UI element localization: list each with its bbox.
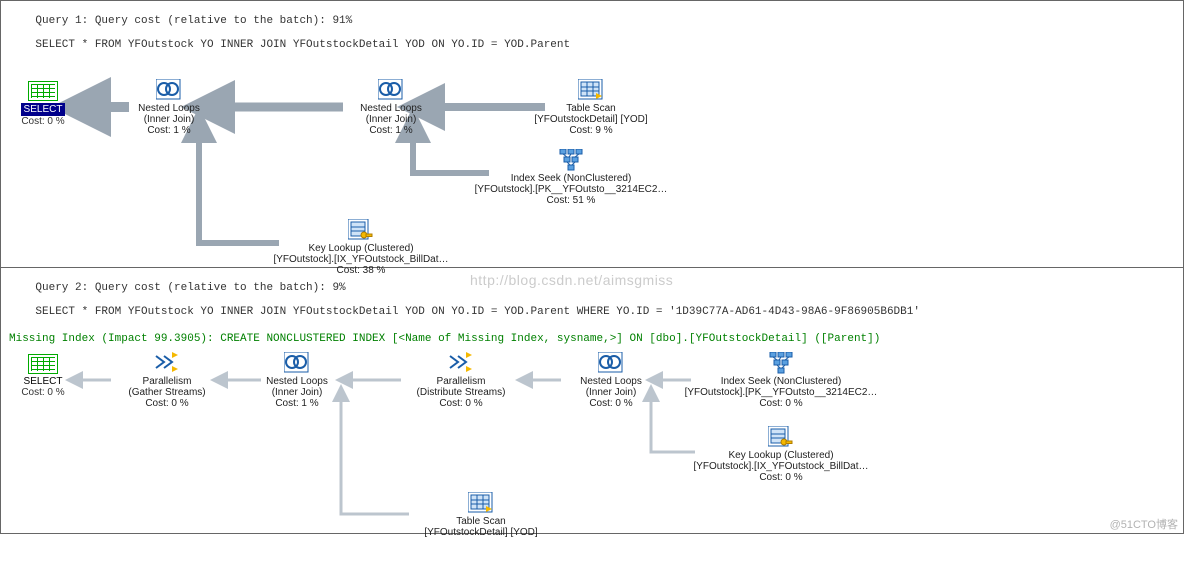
index-seek-icon xyxy=(768,352,794,374)
parallelism-icon xyxy=(448,352,474,374)
op-label: Nested Loops xyxy=(281,103,501,114)
missing-index-hint[interactable]: Missing Index (Impact 99.3905): CREATE N… xyxy=(1,332,1183,346)
query-header: Query 2: Query cost (relative to the bat… xyxy=(1,268,1183,332)
query-sql-line: SELECT * FROM YFOutstock YO INNER JOIN Y… xyxy=(35,39,570,51)
brand-watermark: @51CTO博客 xyxy=(1110,516,1178,532)
op-label: Index Seek (NonClustered) xyxy=(671,376,891,387)
execution-plan-query-2[interactable]: Query 2: Query cost (relative to the bat… xyxy=(0,268,1184,534)
op-label: Index Seek (NonClustered) xyxy=(461,173,681,184)
op-label: Table Scan xyxy=(371,516,591,527)
query-header: Query 1: Query cost (relative to the bat… xyxy=(1,1,1183,65)
nested-loops-icon xyxy=(378,79,404,101)
nested-loops-icon xyxy=(156,79,182,101)
key-lookup-icon xyxy=(348,219,374,241)
op-sub: [YFOutstockDetail] [YOD] xyxy=(481,114,701,125)
op-label: Nested Loops xyxy=(59,103,279,114)
execution-plan-query-1[interactable]: Query 1: Query cost (relative to the bat… xyxy=(0,0,1184,268)
op-cost: Cost: 1 % xyxy=(281,125,501,136)
op-cost: Cost: 51 % xyxy=(461,195,681,206)
query-cost-line: Query 1: Query cost (relative to the bat… xyxy=(35,15,352,27)
plan-canvas[interactable]: SELECT Cost: 0 % Parallelism (Gather Str… xyxy=(1,346,1183,564)
plan-canvas[interactable]: SELECT Cost: 0 % Nested Loops (Inner Joi… xyxy=(1,65,1183,301)
op-label: Table Scan xyxy=(481,103,701,114)
op-sub: [YFOutstock].[IX_YFOutstock_BillDat… xyxy=(671,461,891,472)
result-grid-icon xyxy=(28,81,58,101)
op-cost: Cost: 1 % xyxy=(59,125,279,136)
result-grid-icon xyxy=(28,354,58,374)
op-cost: Cost: 0 % xyxy=(671,472,891,483)
op-nested-loops-1[interactable]: Nested Loops (Inner Join) Cost: 1 % xyxy=(59,79,279,136)
nested-loops-icon xyxy=(284,352,310,374)
op-sub: (Inner Join) xyxy=(59,114,279,125)
table-scan-icon xyxy=(578,79,604,101)
index-seek-icon xyxy=(558,149,584,171)
op-sub: [YFOutstock].[PK__YFOutsto__3214EC2… xyxy=(461,184,681,195)
op-index-seek[interactable]: Index Seek (NonClustered) [YFOutstock].[… xyxy=(461,149,681,206)
op-sub: [YFOutstock].[PK__YFOutsto__3214EC2… xyxy=(671,387,891,398)
op-nested-loops-2[interactable]: Nested Loops (Inner Join) Cost: 1 % xyxy=(281,79,501,136)
op-key-lookup[interactable]: Key Lookup (Clustered) [YFOutstock].[IX_… xyxy=(671,426,891,483)
op-cost: Cost: 9 % xyxy=(481,125,701,136)
op-sub: [YFOutstockDetail] [YOD] xyxy=(371,527,591,538)
op-index-seek[interactable]: Index Seek (NonClustered) [YFOutstock].[… xyxy=(671,352,891,409)
op-cost: Cost: 0 % xyxy=(671,398,891,409)
op-label: Key Lookup (Clustered) xyxy=(251,243,471,254)
op-table-scan[interactable]: Table Scan [YFOutstockDetail] [YOD] xyxy=(371,492,591,538)
op-table-scan[interactable]: Table Scan [YFOutstockDetail] [YOD] Cost… xyxy=(481,79,701,136)
table-scan-icon xyxy=(468,492,494,514)
query-sql-line: SELECT * FROM YFOutstock YO INNER JOIN Y… xyxy=(35,306,920,318)
parallelism-icon xyxy=(154,352,180,374)
query-cost-line: Query 2: Query cost (relative to the bat… xyxy=(35,282,345,294)
nested-loops-icon xyxy=(598,352,624,374)
key-lookup-icon xyxy=(768,426,794,448)
op-sub: [YFOutstock].[IX_YFOutstock_BillDat… xyxy=(251,254,471,265)
op-label: Key Lookup (Clustered) xyxy=(671,450,891,461)
op-sub: (Inner Join) xyxy=(281,114,501,125)
